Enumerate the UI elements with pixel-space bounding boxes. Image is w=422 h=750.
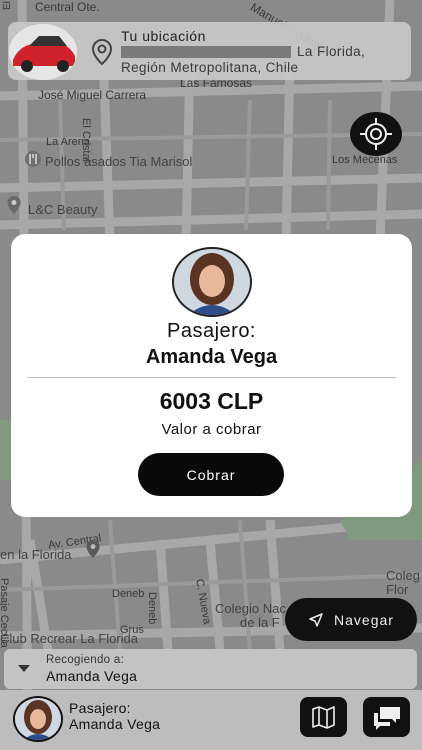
street-label: en la Florida <box>0 547 72 562</box>
pickup-name: Amanda Vega <box>46 668 138 684</box>
divider <box>27 377 396 378</box>
vehicle-photo <box>9 24 77 80</box>
poi-label[interactable]: Club Recrear La Florida <box>0 631 138 646</box>
map-button[interactable] <box>300 697 347 737</box>
navigate-button[interactable]: Navegar <box>285 598 417 641</box>
street-label: José Miguel Carrera <box>38 88 147 102</box>
street-label: Central Ote. <box>35 0 100 14</box>
bottom-passenger-label: Pasajero: <box>69 700 131 716</box>
chat-icon <box>374 707 400 730</box>
map-pin-icon <box>86 540 100 558</box>
map-pin-icon <box>7 196 21 214</box>
chat-button[interactable] <box>363 697 410 737</box>
gps-target-icon <box>360 118 392 150</box>
poi-label[interactable]: Coleg <box>386 568 420 583</box>
bottom-bar <box>0 690 422 750</box>
location-title: Tu ubicación <box>121 28 206 44</box>
restaurant-icon <box>25 151 41 167</box>
passenger-avatar <box>172 247 252 317</box>
street-label: Deneb <box>146 592 158 625</box>
poi-label[interactable]: de la F <box>240 615 280 630</box>
passenger-label: Pasajero: <box>167 320 256 342</box>
fare-caption: Valor a cobrar <box>161 421 262 438</box>
recenter-button[interactable] <box>350 112 402 156</box>
fare-amount: 6003 CLP <box>159 388 264 414</box>
poi-label[interactable]: Colegio Nac <box>215 601 286 616</box>
location-pin-icon <box>91 38 113 66</box>
navigation-arrow-icon <box>309 612 323 627</box>
map-icon <box>312 706 335 729</box>
street-label: Grus <box>120 624 144 636</box>
street-label: El Pelícano <box>2 0 13 10</box>
address-region: Región Metropolitana, Chile <box>121 60 299 75</box>
poi-label[interactable]: Flor <box>386 582 408 597</box>
location-address: La Florida, Región Metropolitana, Chile <box>121 44 403 76</box>
address-tail: La Florida, <box>297 44 366 59</box>
navigate-label: Navegar <box>334 611 394 628</box>
passenger-avatar-small <box>13 696 63 742</box>
redacted-address <box>121 46 291 59</box>
passenger-name: Amanda Vega <box>145 346 278 368</box>
poi-label[interactable]: L&C Beauty <box>28 202 97 217</box>
pickup-label: Recogiendo a: <box>46 654 125 666</box>
chevron-down-icon[interactable] <box>18 665 30 672</box>
charge-button[interactable]: Cobrar <box>138 453 284 496</box>
poi-label[interactable]: Pollos asados Tia Marisol <box>45 154 192 169</box>
street-label: Deneb <box>112 588 145 600</box>
bottom-passenger-name: Amanda Vega <box>69 716 161 732</box>
